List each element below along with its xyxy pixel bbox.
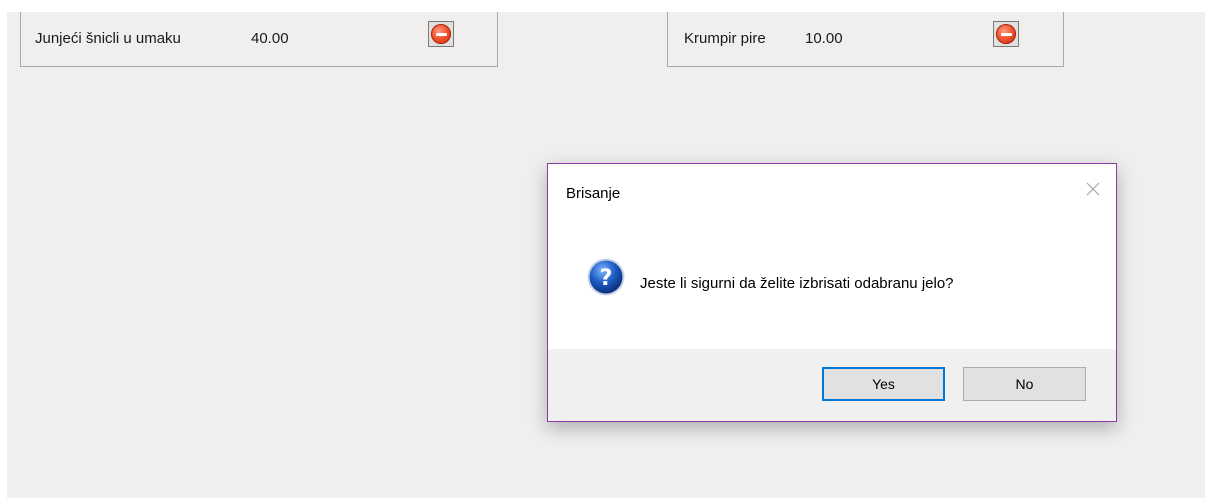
question-icon: ? [587,258,625,296]
item-name: Junjeći šnicli u umaku [35,30,181,47]
no-button[interactable]: No [963,367,1086,401]
confirm-delete-dialog: Brisanje ? Jeste li sigurni da želite iz… [547,163,1117,422]
item-price: 40.00 [251,30,289,47]
yes-button[interactable]: Yes [822,367,945,401]
remove-item-button[interactable] [428,21,454,47]
item-price: 10.00 [805,30,843,47]
minus-circle-icon [431,24,451,44]
minus-circle-icon [996,24,1016,44]
item-panel-krumpir-pire: Krumpir pire 10.00 [667,12,1064,67]
close-icon[interactable] [1084,180,1102,198]
item-panel-junjeci-snicli: Junjeći šnicli u umaku 40.00 [20,12,498,67]
dialog-footer: Yes No [548,349,1116,421]
remove-item-button[interactable] [993,21,1019,47]
item-name: Krumpir pire [684,30,766,47]
dialog-title: Brisanje [566,185,621,202]
svg-text:?: ? [600,266,613,291]
dialog-message: Jeste li sigurni da želite izbrisati oda… [640,275,954,292]
